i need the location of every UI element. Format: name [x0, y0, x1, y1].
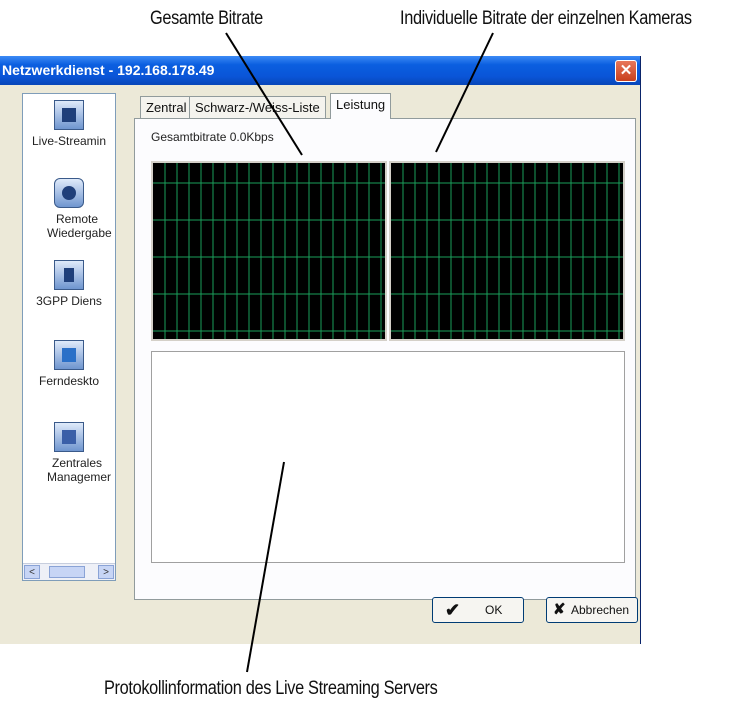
sidebar-item-remote-playback[interactable]: Remote Wiedergabe [23, 178, 115, 240]
callout-log-info: Protokollinformation des Live Streaming … [104, 678, 438, 699]
sidebar-item-label: Zentrales Managemer [47, 456, 112, 484]
cancel-button-label: Abbrechen [571, 603, 630, 617]
sidebar-item-label: 3GPP Diens [36, 294, 102, 308]
total-bitrate-graph [151, 161, 387, 341]
performance-panel: Gesamtbitrate 0.0Kbps [134, 118, 636, 600]
cancel-button[interactable]: ✘ Abbrechen [546, 597, 638, 623]
playback-icon [54, 178, 84, 208]
sidebar-item-label: Ferndeskto [38, 374, 100, 388]
tab-leistung[interactable]: Leistung [330, 93, 392, 119]
central-management-icon [54, 422, 84, 452]
camera-bitrate-graph [389, 161, 625, 341]
cross-icon: ✘ [553, 601, 566, 618]
close-icon: ✕ [619, 62, 633, 79]
sidebar-item-3gpp[interactable]: 3GPP Diens [23, 260, 115, 308]
mobile-icon [54, 260, 84, 290]
sidebar-item-remote-desktop[interactable]: Ferndeskto [23, 340, 115, 388]
window-title: Netzwerkdienst - 192.168.178.49 [2, 62, 215, 78]
tab-blacklist-whitelist[interactable]: Schwarz-/Weiss-Liste [189, 96, 326, 118]
checkmark-icon: ✔ [445, 600, 461, 620]
monitor-icon [54, 100, 84, 130]
network-service-dialog: Netzwerkdienst - 192.168.178.49 ✕ Live-S… [0, 56, 641, 644]
callout-total-bitrate: Gesamte Bitrate [150, 8, 263, 29]
sidebar-item-central-management[interactable]: Zentrales Managemer [23, 422, 115, 484]
scroll-thumb[interactable] [49, 566, 85, 578]
sidebar-item-live-streaming[interactable]: Live-Streamin [23, 100, 115, 148]
title-bar[interactable]: Netzwerkdienst - 192.168.178.49 ✕ [0, 56, 640, 85]
close-button[interactable]: ✕ [615, 60, 637, 82]
remote-desktop-icon [54, 340, 84, 370]
scroll-right-button[interactable]: > [98, 565, 114, 579]
callout-camera-bitrate: Individuelle Bitrate der einzelnen Kamer… [400, 8, 692, 29]
sidebar-item-label: Remote Wiedergabe [47, 212, 112, 240]
tab-zentral[interactable]: Zentral [140, 96, 193, 118]
ok-button[interactable]: ✔ OK [432, 597, 524, 623]
sidebar-scrollbar[interactable]: < > [23, 563, 115, 580]
ok-button-label: OK [485, 603, 503, 617]
streaming-log-area[interactable] [151, 351, 625, 563]
total-bitrate-label: Gesamtbitrate 0.0Kbps [151, 130, 274, 144]
service-sidebar: Live-Streamin Remote Wiedergabe 3GPP Die… [22, 93, 116, 581]
sidebar-item-label: Live-Streamin [31, 134, 107, 148]
scroll-left-button[interactable]: < [24, 565, 40, 579]
